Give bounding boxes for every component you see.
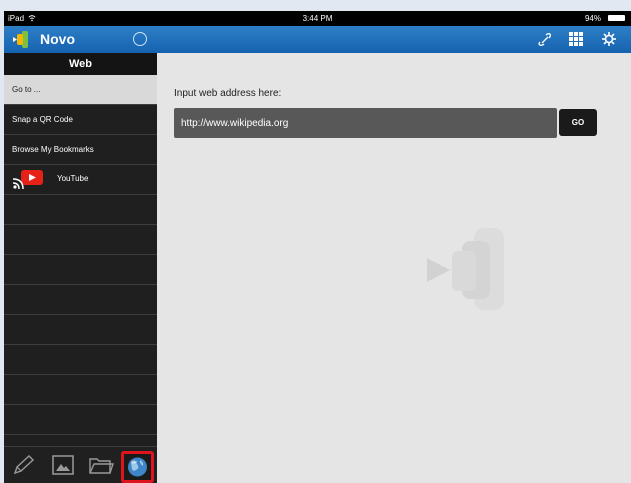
empty-row — [4, 345, 157, 375]
app-title: Novo — [40, 31, 75, 47]
sidebar-item-go-to[interactable]: Go to ... — [4, 75, 157, 105]
empty-row — [4, 195, 157, 225]
empty-row — [4, 255, 157, 285]
top-toolbar — [157, 26, 631, 53]
url-prompt-label: Input web address here: — [174, 88, 282, 99]
globe-tab-button[interactable] — [121, 451, 154, 483]
image-icon[interactable] — [50, 453, 76, 477]
folder-icon[interactable] — [88, 453, 114, 477]
novo-watermark-icon — [427, 228, 504, 310]
go-button[interactable]: GO — [559, 109, 597, 136]
empty-row — [4, 225, 157, 255]
status-bar: iPad 3:44 PM 94% — [4, 11, 631, 26]
empty-row — [4, 285, 157, 315]
sidebar-item-label: Snap a QR Code — [12, 115, 73, 124]
clock: 3:44 PM — [302, 14, 333, 23]
refresh-icon[interactable] — [133, 32, 147, 46]
pen-icon[interactable] — [10, 453, 36, 477]
battery-percent: 94% — [584, 14, 601, 23]
sidebar-item-label: Browse My Bookmarks — [12, 145, 94, 154]
app-window: iPad 3:44 PM 94% Novo Web Go to ... Snap… — [4, 11, 631, 483]
sidebar-section-title: Web — [4, 53, 157, 75]
sidebar-item-bookmarks[interactable]: Browse My Bookmarks — [4, 135, 157, 165]
novo-logo-icon — [13, 31, 28, 48]
main-content: Input web address here: GO — [157, 53, 631, 483]
sidebar-item-youtube[interactable]: YouTube — [4, 165, 157, 195]
url-input[interactable] — [174, 108, 557, 138]
empty-row — [4, 375, 157, 405]
empty-row — [4, 405, 157, 435]
sidebar-header: Novo — [4, 26, 157, 53]
battery-icon — [608, 15, 625, 21]
settings-icon[interactable] — [601, 31, 617, 47]
link-icon[interactable] — [537, 31, 553, 47]
empty-row — [4, 315, 157, 345]
globe-icon — [128, 457, 147, 477]
bottom-tab-bar — [4, 446, 157, 483]
youtube-icon — [12, 170, 43, 190]
sidebar-item-label: YouTube — [57, 174, 89, 183]
sidebar-item-snap-qr[interactable]: Snap a QR Code — [4, 105, 157, 135]
sidebar-item-label: Go to ... — [12, 85, 41, 94]
sidebar-menu: Go to ... Snap a QR Code Browse My Bookm… — [4, 75, 157, 435]
sidebar: Novo Web Go to ... Snap a QR Code Browse… — [4, 26, 157, 483]
grid-icon[interactable] — [568, 31, 584, 47]
